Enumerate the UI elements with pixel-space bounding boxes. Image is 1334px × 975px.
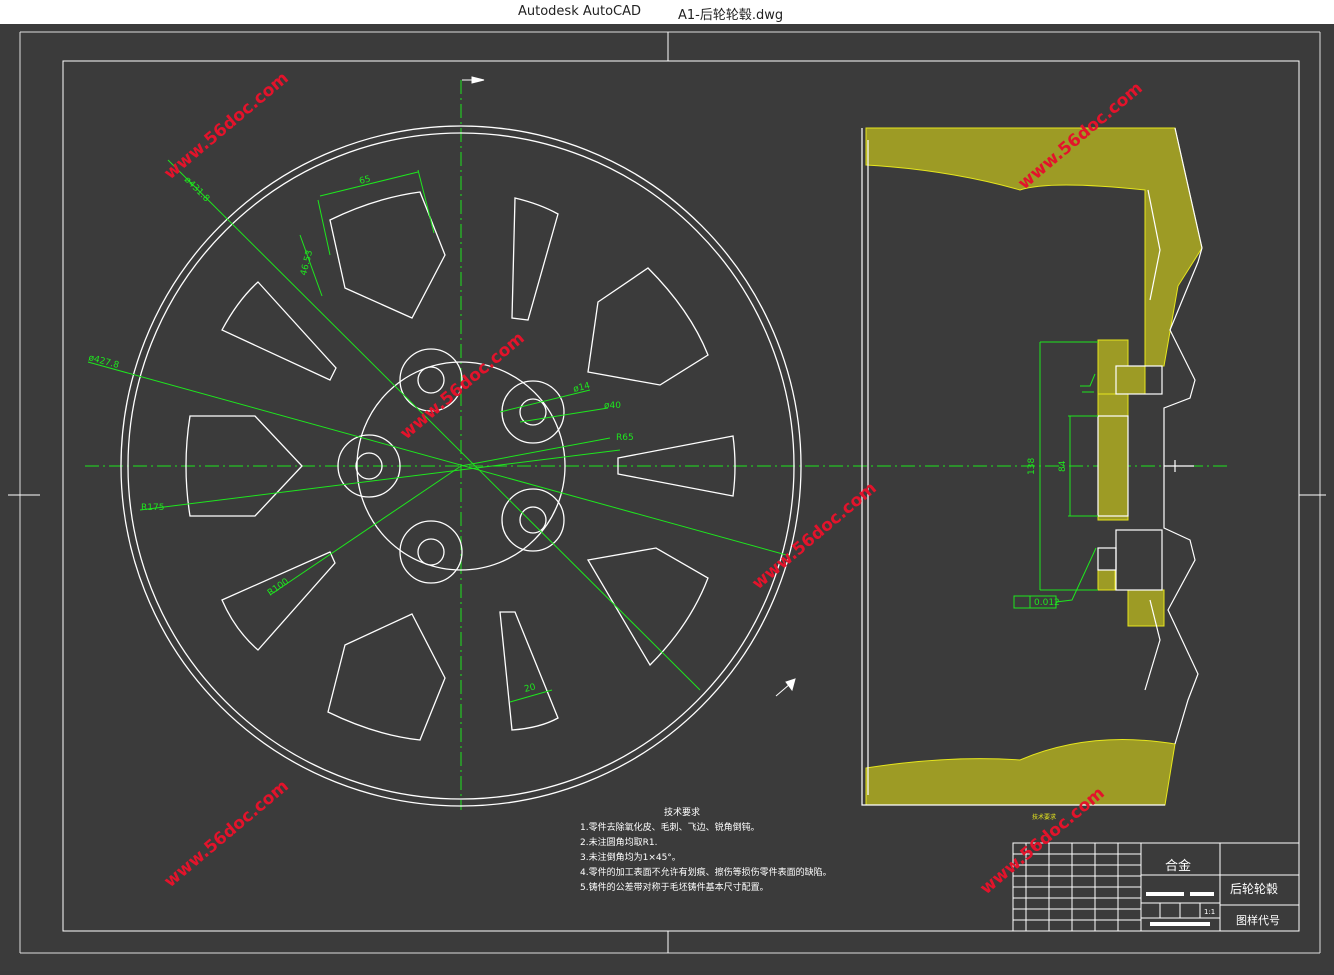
- dim-label-d2: 46.53: [299, 249, 315, 276]
- notes-title: 技术要求: [664, 806, 700, 818]
- note-line-3: 3.未注倒角均为1×45°。: [580, 851, 681, 863]
- spoke-window: [221, 281, 337, 381]
- watermark-2: www.56doc.com: [396, 328, 528, 444]
- dim-label-d10: 20: [523, 682, 537, 695]
- centerlines: [85, 80, 1230, 810]
- cad-drawing[interactable]: 65 46.53 ø431.8 ø427.8 ø14 ø40 R65 R175 …: [0, 24, 1334, 971]
- dim-label-d4: ø427.8: [87, 353, 120, 371]
- technical-notes: 技术要求 1.零件去除氧化皮、毛刺、飞边、锐角倒钝。 2.未注圆角均取R1. 3…: [580, 806, 832, 893]
- dim-label-d11: 138: [1027, 458, 1037, 475]
- note-line-2: 2.未注圆角均取R1.: [580, 836, 657, 848]
- bolt-hole: [519, 506, 547, 534]
- bolt-hole: [399, 520, 463, 584]
- drawing-canvas[interactable]: 65 46.53 ø431.8 ø427.8 ø14 ø40 R65 R175 …: [0, 24, 1334, 971]
- dim-label-d3: ø431.8: [182, 175, 211, 204]
- spoke-window: [587, 267, 709, 386]
- tolerance-value: 0.012: [1034, 598, 1060, 608]
- spoke-window: [499, 611, 559, 731]
- section-hatch-low: [1097, 569, 1116, 591]
- dim-label-d9: R100: [266, 577, 291, 599]
- material-label: 合金: [1165, 858, 1191, 874]
- spoke-window: [327, 613, 446, 741]
- dim-label-d5: ø14: [572, 381, 591, 395]
- front-dimension-labels: 65 46.53 ø431.8 ø427.8 ø14 ø40 R65 R175 …: [87, 174, 633, 694]
- app-name: Autodesk AutoCAD: [518, 4, 642, 19]
- section-hatch-mid: [1097, 393, 1129, 521]
- dim-label-d6: ø40: [604, 401, 621, 411]
- watermark-1: www.56doc.com: [160, 68, 292, 184]
- section-hatch-bottom: [865, 739, 1176, 806]
- dim-label-d7: R65: [616, 433, 634, 443]
- watermark-5: www.56doc.com: [160, 776, 292, 892]
- wheel-section-view: 138 84 0.012 技术要求: [861, 127, 1203, 821]
- spoke-window: [221, 551, 336, 651]
- bolt-hole: [417, 538, 445, 566]
- document-title: A1-后轮轮毂.dwg: [678, 8, 784, 23]
- spoke-window: [586, 547, 709, 667]
- note-line-1: 1.零件去除氧化皮、毛刺、飞边、锐角倒钝。: [580, 821, 760, 833]
- part-name: 后轮轮毂: [1230, 882, 1278, 896]
- note-line-5: 5.铸件的公差带对称于毛坯铸件基本尺寸配置。: [580, 881, 769, 893]
- window-titlebar: Autodesk AutoCAD A1-后轮轮毂.dwg: [0, 0, 1334, 25]
- spoke-window: [511, 197, 559, 321]
- dim-label-d12: 84: [1058, 460, 1068, 472]
- section-hatch-hub: [1127, 589, 1165, 627]
- dim-label-d8: R175: [141, 503, 164, 513]
- bolt-hole: [417, 366, 445, 394]
- scale-label: 1:1: [1204, 908, 1215, 916]
- dim-label-d1: 65: [358, 174, 372, 186]
- drawing-number-label: 图样代号: [1236, 913, 1280, 927]
- spoke-window: [329, 191, 446, 319]
- watermark-4: www.56doc.com: [748, 478, 880, 594]
- note-line-4: 4.零件的加工表面不允许有划痕、擦伤等损伤零件表面的缺陷。: [580, 866, 832, 878]
